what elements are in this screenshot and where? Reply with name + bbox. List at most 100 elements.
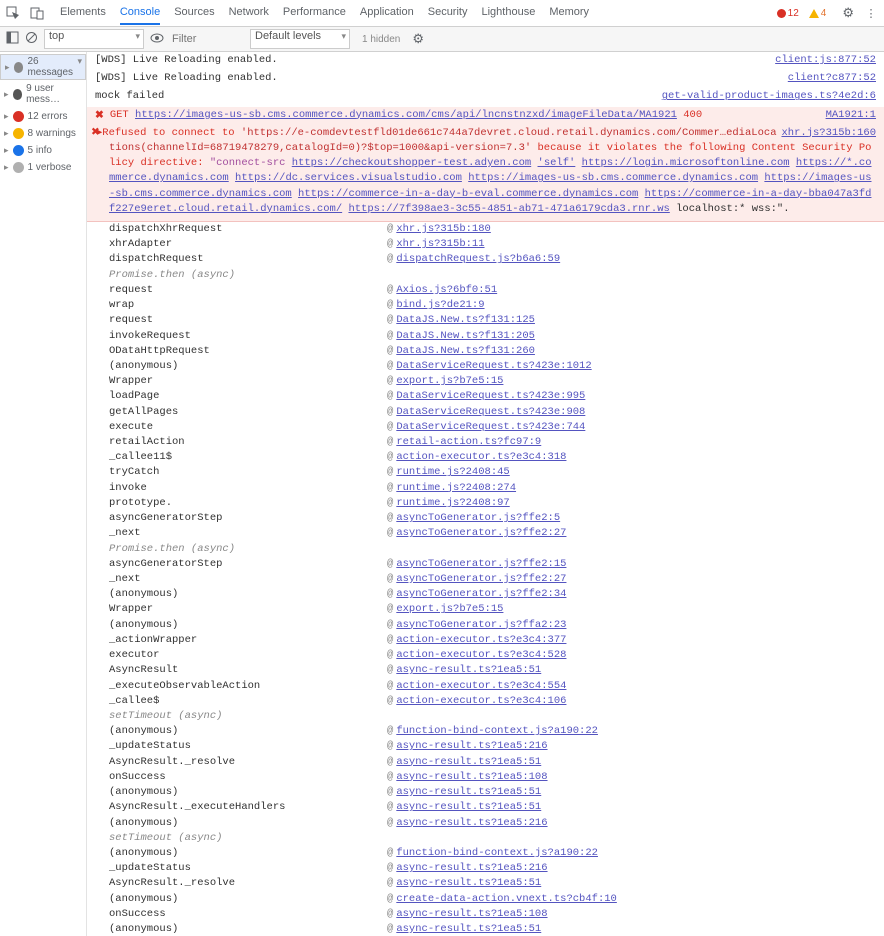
frame-location[interactable]: async-result.ts?1ea5:51 bbox=[396, 922, 541, 936]
sidebar-filter[interactable]: ▸8 warnings bbox=[0, 125, 86, 142]
sidebar-filter[interactable]: ▸12 errors bbox=[0, 108, 86, 125]
frame-location[interactable]: retail-action.ts?fc97:9 bbox=[396, 435, 541, 450]
stack-frame[interactable]: _updateStatus@async-result.ts?1ea5:216 bbox=[109, 861, 884, 876]
context-selector[interactable]: top bbox=[44, 29, 144, 49]
stack-frame[interactable]: (anonymous)@DataServiceRequest.ts?423e:1… bbox=[109, 359, 884, 374]
sidebar-filter[interactable]: ▸9 user mess… bbox=[0, 80, 86, 108]
stack-frame[interactable]: _actionWrapper@action-executor.ts?e3c4:3… bbox=[109, 633, 884, 648]
frame-location[interactable]: async-result.ts?1ea5:216 bbox=[396, 816, 547, 831]
device-icon[interactable] bbox=[30, 6, 44, 20]
stack-frame[interactable]: setTimeout (async) bbox=[109, 709, 884, 724]
frame-location[interactable]: dispatchRequest.js?b6a6:59 bbox=[396, 252, 560, 267]
stack-frame[interactable]: setTimeout (async) bbox=[109, 831, 884, 846]
frame-location[interactable]: runtime.js?2408:274 bbox=[396, 481, 516, 496]
frame-location[interactable]: asyncToGenerator.js?ffe2:27 bbox=[396, 572, 566, 587]
frame-location[interactable]: asyncToGenerator.js?ffe2:34 bbox=[396, 587, 566, 602]
inspect-icon[interactable] bbox=[6, 6, 20, 20]
frame-location[interactable]: DataServiceRequest.ts?423e:744 bbox=[396, 420, 585, 435]
network-error-row[interactable]: ✖ GET https://images-us-sb.cms.commerce.… bbox=[87, 107, 884, 124]
frame-location[interactable]: async-result.ts?1ea5:51 bbox=[396, 663, 541, 678]
frame-location[interactable]: async-result.ts?1ea5:108 bbox=[396, 770, 547, 785]
error-url[interactable]: https://images-us-sb.cms.commerce.dynami… bbox=[135, 109, 677, 121]
settings-icon[interactable]: ⚙ bbox=[842, 5, 854, 21]
frame-location[interactable]: asyncToGenerator.js?ffa2:23 bbox=[396, 618, 566, 633]
stack-frame[interactable]: dispatchRequest@dispatchRequest.js?b6a6:… bbox=[109, 252, 884, 267]
tab-application[interactable]: Application bbox=[360, 1, 414, 25]
stack-frame[interactable]: (anonymous)@async-result.ts?1ea5:51 bbox=[109, 785, 884, 800]
sidebar-filter[interactable]: ▸26 messages bbox=[0, 54, 86, 80]
frame-location[interactable]: async-result.ts?1ea5:216 bbox=[396, 861, 547, 876]
frame-location[interactable]: DataJS.New.ts?f131:125 bbox=[396, 313, 535, 328]
frame-location[interactable]: runtime.js?2408:45 bbox=[396, 465, 509, 480]
frame-location[interactable]: asyncToGenerator.js?ffe2:27 bbox=[396, 526, 566, 541]
frame-location[interactable]: function-bind-context.js?a190:22 bbox=[396, 846, 598, 861]
frame-location[interactable]: DataServiceRequest.ts?423e:1012 bbox=[396, 359, 591, 374]
frame-location[interactable]: DataServiceRequest.ts?423e:908 bbox=[396, 405, 585, 420]
stack-frame[interactable]: _updateStatus@async-result.ts?1ea5:216 bbox=[109, 739, 884, 754]
csp-url[interactable]: https://7f398ae3-3c55-4851-ab71-471a6179… bbox=[348, 203, 669, 215]
stack-frame[interactable]: _next@asyncToGenerator.js?ffe2:27 bbox=[109, 572, 884, 587]
log-row[interactable]: [WDS] Live Reloading enabled.client:js:8… bbox=[87, 52, 884, 70]
stack-frame[interactable]: Wrapper@export.js?b7e5:15 bbox=[109, 602, 884, 617]
frame-location[interactable]: asyncToGenerator.js?ffe2:15 bbox=[396, 557, 566, 572]
frame-location[interactable]: function-bind-context.js?a190:22 bbox=[396, 724, 598, 739]
stack-frame[interactable]: execute@DataServiceRequest.ts?423e:744 bbox=[109, 420, 884, 435]
frame-location[interactable]: async-result.ts?1ea5:51 bbox=[396, 800, 541, 815]
stack-frame[interactable]: wrap@bind.js?de21:9 bbox=[109, 298, 884, 313]
stack-frame[interactable]: (anonymous)@asyncToGenerator.js?ffa2:23 bbox=[109, 618, 884, 633]
stack-frame[interactable]: retailAction@retail-action.ts?fc97:9 bbox=[109, 435, 884, 450]
frame-location[interactable]: action-executor.ts?e3c4:318 bbox=[396, 450, 566, 465]
frame-location[interactable]: xhr.js?315b:180 bbox=[396, 222, 491, 237]
frame-location[interactable]: asyncToGenerator.js?ffe2:5 bbox=[396, 511, 560, 526]
filter-input[interactable] bbox=[170, 32, 244, 46]
sidebar-filter[interactable]: ▸1 verbose bbox=[0, 159, 86, 176]
stack-frame[interactable]: invokeRequest@DataJS.New.ts?f131:205 bbox=[109, 329, 884, 344]
stack-frame[interactable]: AsyncResult._executeHandlers@async-resul… bbox=[109, 800, 884, 815]
stack-frame[interactable]: asyncGeneratorStep@asyncToGenerator.js?f… bbox=[109, 511, 884, 526]
csp-url[interactable]: https://login.microsoftonline.com bbox=[582, 157, 790, 169]
stack-frame[interactable]: xhrAdapter@xhr.js?315b:11 bbox=[109, 237, 884, 252]
stack-frame[interactable]: prototype.@runtime.js?2408:97 bbox=[109, 496, 884, 511]
tab-security[interactable]: Security bbox=[428, 1, 468, 25]
stack-frame[interactable]: tryCatch@runtime.js?2408:45 bbox=[109, 465, 884, 480]
stack-frame[interactable]: AsyncResult@async-result.ts?1ea5:51 bbox=[109, 663, 884, 678]
stack-frame[interactable]: loadPage@DataServiceRequest.ts?423e:995 bbox=[109, 389, 884, 404]
stack-frame[interactable]: executor@action-executor.ts?e3c4:528 bbox=[109, 648, 884, 663]
csp-url[interactable]: https://commerce-in-a-day-b-eval.commerc… bbox=[298, 188, 638, 200]
frame-location[interactable]: action-executor.ts?e3c4:528 bbox=[396, 648, 566, 663]
frame-location[interactable]: DataJS.New.ts?f131:260 bbox=[396, 344, 535, 359]
stack-frame[interactable]: (anonymous)@function-bind-context.js?a19… bbox=[109, 846, 884, 861]
log-row[interactable]: [WDS] Live Reloading enabled.client?c877… bbox=[87, 70, 884, 88]
stack-frame[interactable]: _callee11$@action-executor.ts?e3c4:318 bbox=[109, 450, 884, 465]
tab-lighthouse[interactable]: Lighthouse bbox=[481, 1, 535, 25]
stack-frame[interactable]: _callee$@action-executor.ts?e3c4:106 bbox=[109, 694, 884, 709]
error-source[interactable]: MA1921:1 bbox=[826, 109, 876, 121]
stack-frame[interactable]: (anonymous)@async-result.ts?1ea5:51 bbox=[109, 922, 884, 936]
frame-location[interactable]: async-result.ts?1ea5:108 bbox=[396, 907, 547, 922]
stack-frame[interactable]: dispatchXhrRequest@xhr.js?315b:180 bbox=[109, 222, 884, 237]
hidden-count[interactable]: 1 hidden bbox=[362, 34, 400, 45]
levels-selector[interactable]: Default levels bbox=[250, 29, 350, 49]
stack-frame[interactable]: invoke@runtime.js?2408:274 bbox=[109, 481, 884, 496]
log-row[interactable]: mock failedget-valid-product-images.ts?4… bbox=[87, 88, 884, 106]
stack-frame[interactable]: _next@asyncToGenerator.js?ffe2:27 bbox=[109, 526, 884, 541]
stack-frame[interactable]: request@DataJS.New.ts?f131:125 bbox=[109, 313, 884, 328]
frame-location[interactable]: action-executor.ts?e3c4:554 bbox=[396, 679, 566, 694]
tab-sources[interactable]: Sources bbox=[174, 1, 214, 25]
csp-url[interactable]: https://images-us-sb.cms.commerce.dynami… bbox=[468, 172, 758, 184]
frame-location[interactable]: runtime.js?2408:97 bbox=[396, 496, 509, 511]
frame-location[interactable]: action-executor.ts?e3c4:377 bbox=[396, 633, 566, 648]
frame-location[interactable]: async-result.ts?1ea5:51 bbox=[396, 755, 541, 770]
tab-elements[interactable]: Elements bbox=[60, 1, 106, 25]
frame-location[interactable]: export.js?b7e5:15 bbox=[396, 602, 503, 617]
error-counter[interactable]: 12 bbox=[777, 8, 799, 19]
eye-icon[interactable] bbox=[150, 33, 164, 46]
stack-frame[interactable]: (anonymous)@asyncToGenerator.js?ffe2:34 bbox=[109, 587, 884, 602]
stack-frame[interactable]: (anonymous)@create-data-action.vnext.ts?… bbox=[109, 892, 884, 907]
stack-frame[interactable]: _executeObservableAction@action-executor… bbox=[109, 679, 884, 694]
frame-location[interactable]: action-executor.ts?e3c4:106 bbox=[396, 694, 566, 709]
frame-location[interactable]: async-result.ts?1ea5:51 bbox=[396, 785, 541, 800]
warning-counter[interactable]: 4 bbox=[809, 8, 827, 19]
stack-frame[interactable]: Wrapper@export.js?b7e5:15 bbox=[109, 374, 884, 389]
frame-location[interactable]: bind.js?de21:9 bbox=[396, 298, 484, 313]
